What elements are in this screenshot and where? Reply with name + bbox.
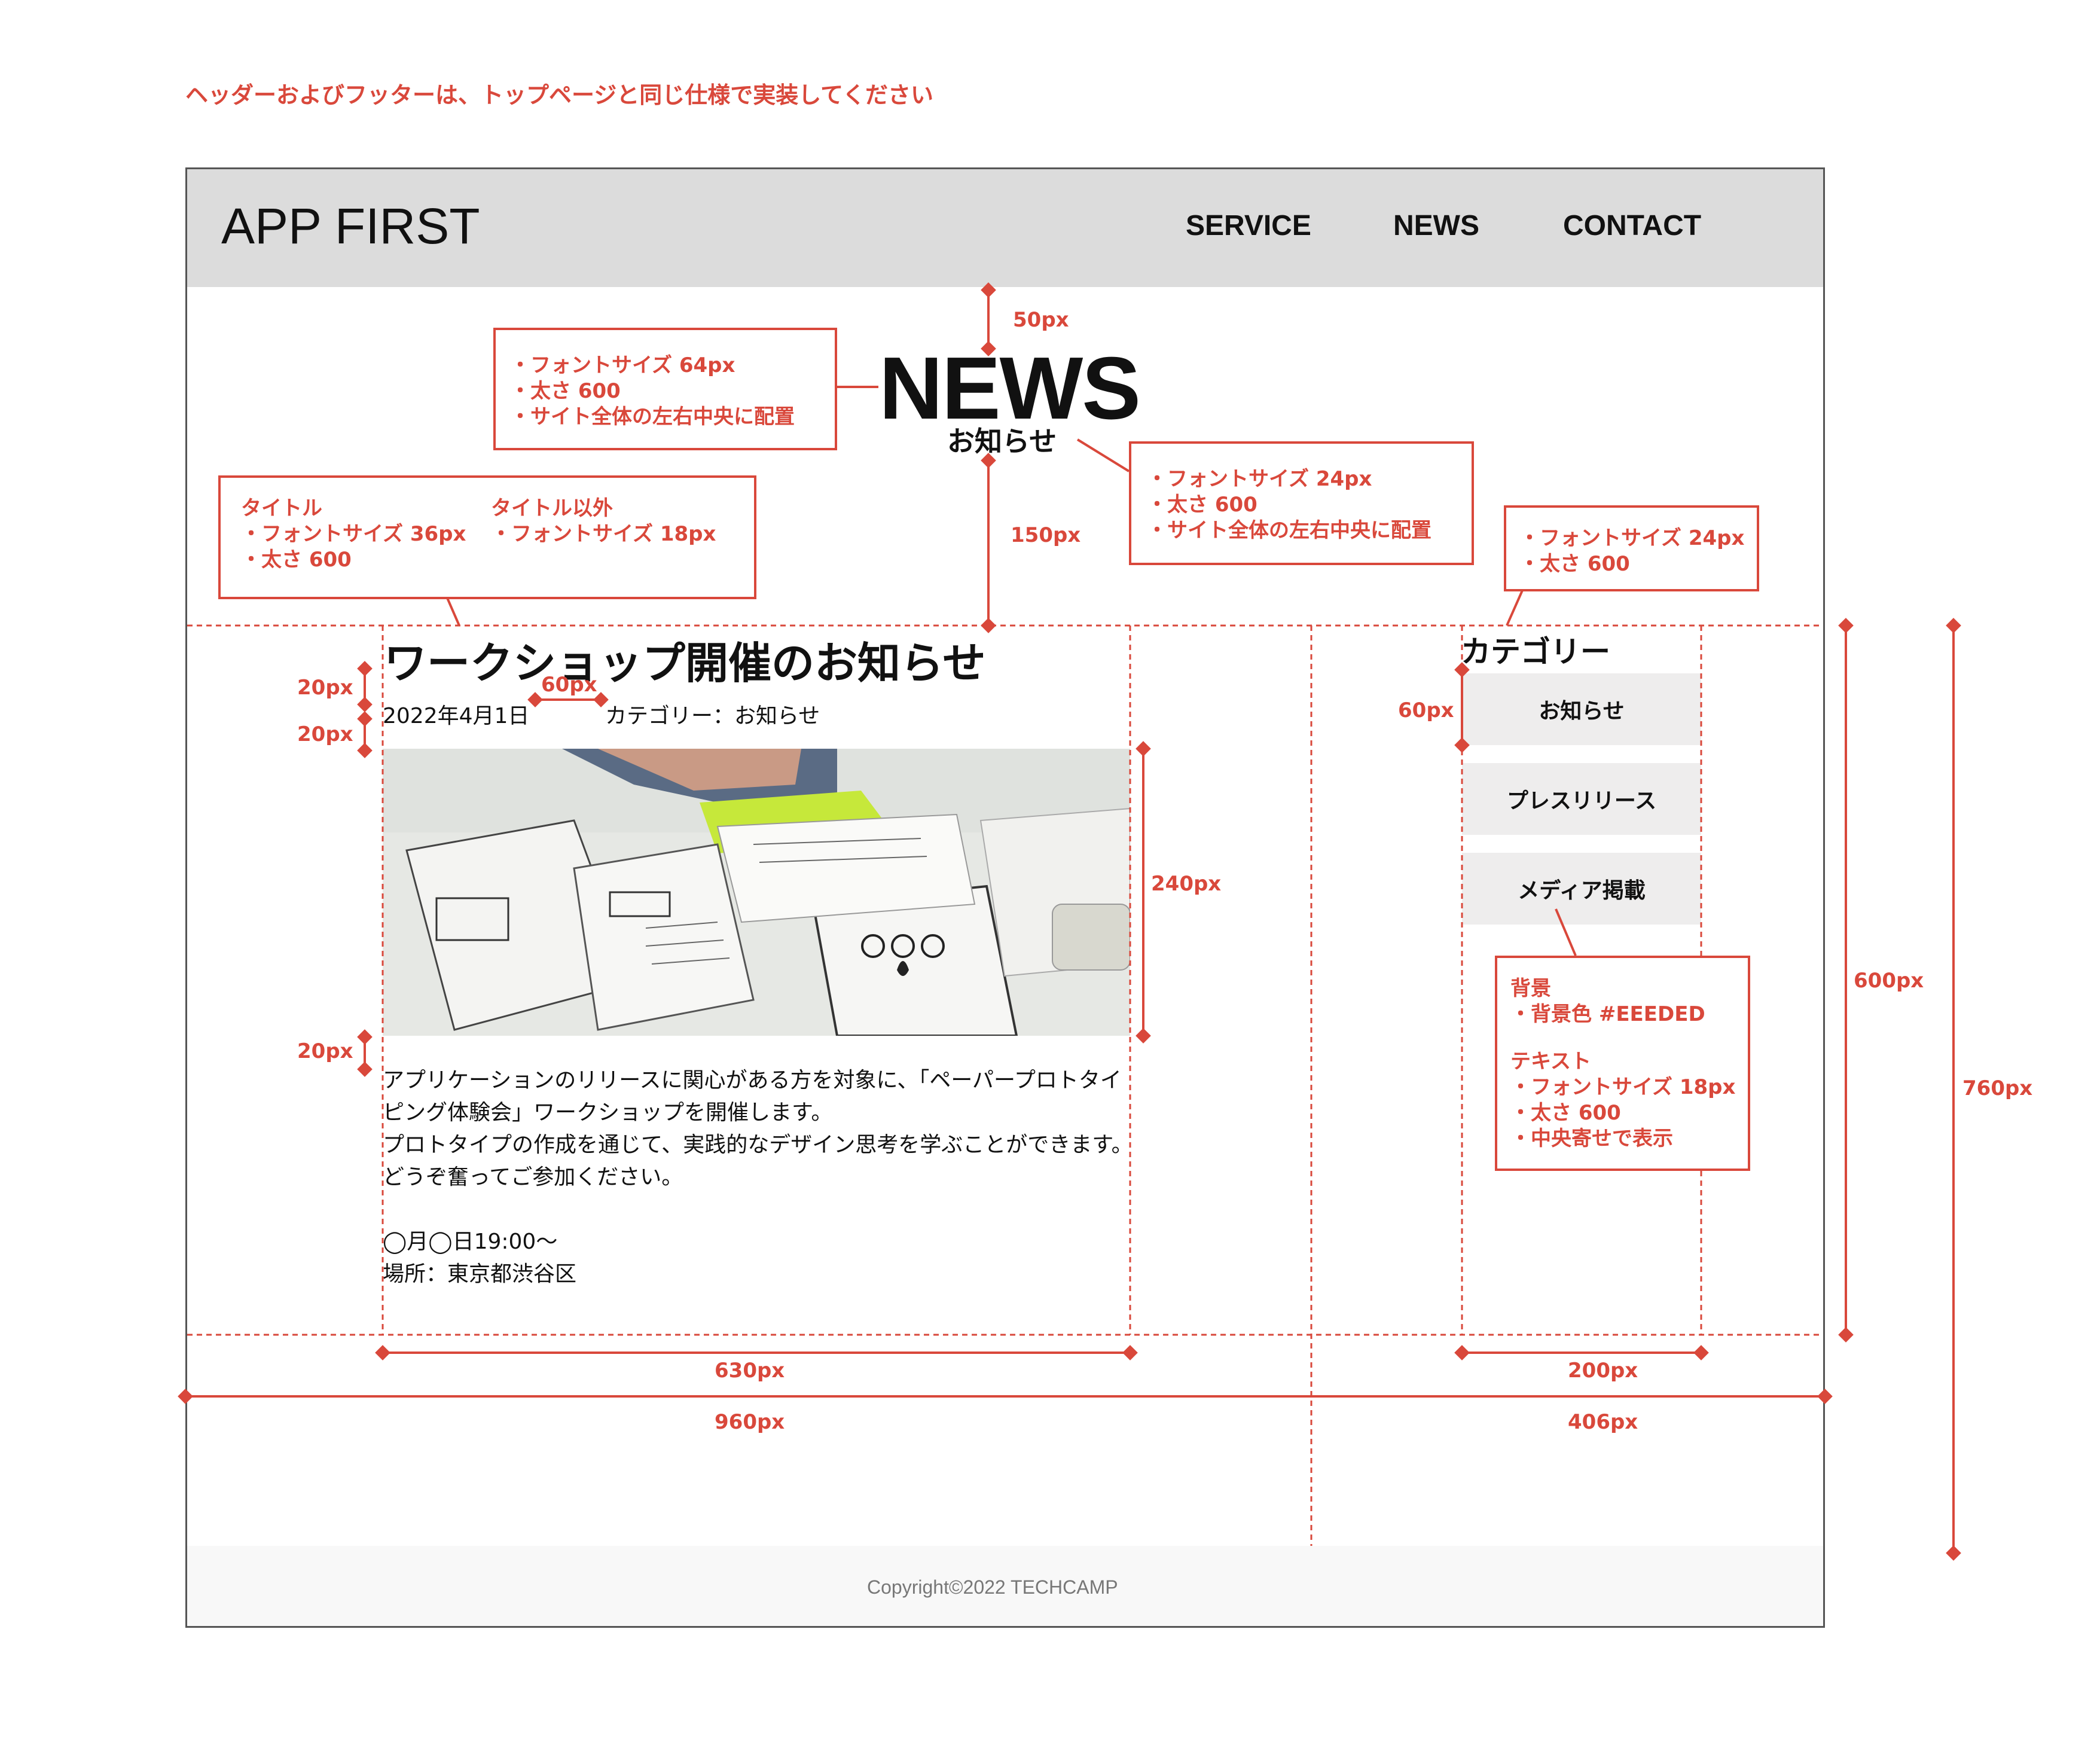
dim-label-60-gap: 60px: [541, 673, 597, 697]
dim-label-60-side: 60px: [1398, 698, 1454, 722]
note-text-label: テキスト: [1510, 1050, 1591, 1073]
dim-label-20-title: 20px: [297, 676, 353, 700]
note-line: ・フォントサイズ 18px: [491, 522, 716, 546]
note-line: ・フォントサイズ 24px: [1147, 467, 1372, 491]
annotation-guides: [178, 282, 1961, 1561]
note-line: ・太さ 600: [241, 548, 352, 572]
note-bg-label: 背景: [1510, 977, 1551, 1000]
dim-label-200: 200px: [1568, 1359, 1638, 1383]
dim-label-406: 406px: [1568, 1410, 1638, 1434]
note-category-button: 背景 ・背景色 #EEEDED テキスト ・フォントサイズ 18px ・太さ 6…: [1495, 956, 1750, 1171]
note-line: ・中央寄せで表示: [1510, 1127, 1673, 1151]
note-line: ・背景色 #EEEDED: [1510, 1002, 1705, 1026]
note-other-label: タイトル以外: [491, 496, 613, 520]
note-spacer: [1510, 1027, 1748, 1049]
note-line: ・フォントサイズ 64px: [510, 353, 735, 377]
dim-label-50: 50px: [1013, 308, 1069, 332]
note-line: ・フォントサイズ 18px: [1510, 1075, 1736, 1099]
note-article-text: タイトル ・フォントサイズ 36px ・太さ 600 タイトル以外 ・フォントサ…: [218, 475, 756, 599]
dim-label-20-meta: 20px: [297, 722, 353, 746]
note-line: ・サイト全体の左右中央に配置: [510, 405, 795, 429]
note-title-label: タイトル: [241, 496, 322, 520]
dim-label-150: 150px: [1011, 523, 1081, 547]
dim-label-600: 600px: [1854, 969, 1924, 993]
dim-label-960: 960px: [715, 1410, 785, 1434]
note-news-subtitle: ・フォントサイズ 24px ・太さ 600 ・サイト全体の左右中央に配置: [1129, 441, 1474, 565]
note-line: ・サイト全体の左右中央に配置: [1147, 518, 1431, 542]
dim-label-240: 240px: [1151, 872, 1222, 896]
note-line: ・太さ 600: [510, 379, 621, 403]
note-line: ・フォントサイズ 24px: [1519, 526, 1745, 550]
note-category-heading: ・フォントサイズ 24px ・太さ 600: [1504, 505, 1759, 591]
dim-label-760: 760px: [1962, 1076, 2033, 1100]
dim-label-630: 630px: [715, 1359, 785, 1383]
note-line: ・太さ 600: [1510, 1101, 1621, 1125]
note-line: ・太さ 600: [1519, 552, 1630, 576]
note-news-title: ・フォントサイズ 64px ・太さ 600 ・サイト全体の左右中央に配置: [493, 328, 837, 450]
note-line: ・太さ 600: [1147, 493, 1257, 517]
note-line: ・フォントサイズ 36px: [241, 522, 466, 546]
dim-label-20-photo: 20px: [297, 1039, 353, 1063]
